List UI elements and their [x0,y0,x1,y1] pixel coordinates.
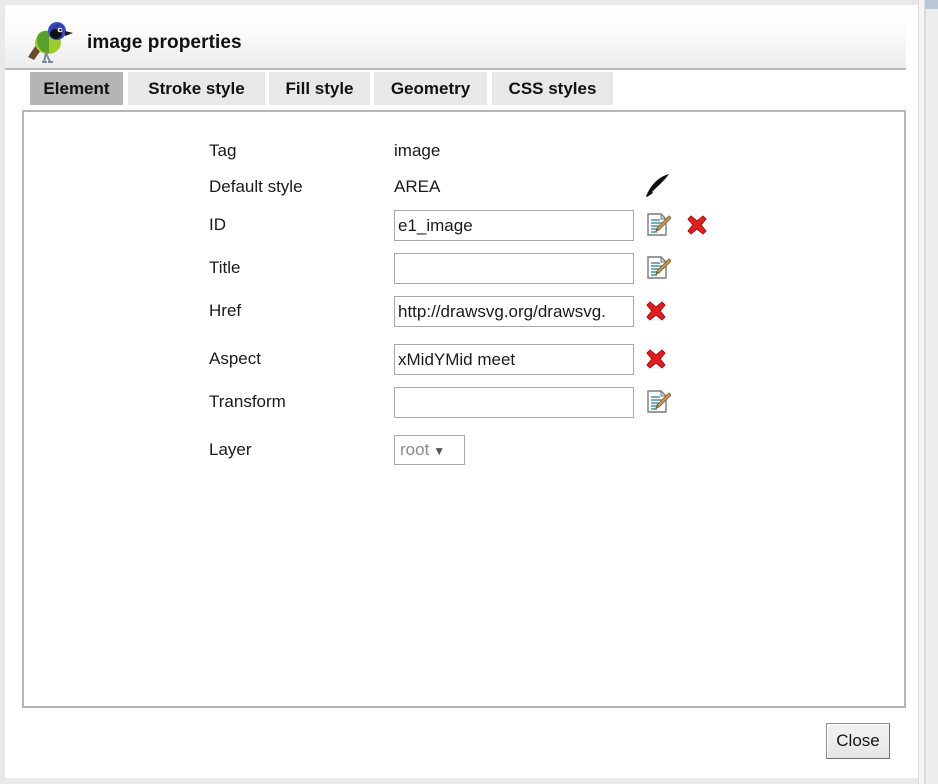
title-input[interactable] [394,253,634,284]
scrollbar-thumb[interactable] [925,0,938,9]
properties-dialog-window: image properties Element Stroke style Fi… [0,0,938,784]
quill-pen-icon[interactable] [644,172,672,198]
delete-x-icon-id[interactable] [686,214,708,236]
tab-stroke-style[interactable]: Stroke style [128,72,265,105]
aspect-input[interactable]: xMidYMid meet [394,344,634,375]
window-scrollbar-track[interactable] [925,0,938,784]
value-default-style: AREA [394,177,441,196]
tab-element[interactable]: Element [30,72,123,105]
label-transform: Transform [209,392,286,411]
chevron-down-icon: ▼ [433,444,446,458]
delete-x-icon-href[interactable] [645,300,667,322]
form-row-tag: Tag image [24,134,904,168]
label-tag: Tag [209,141,237,160]
form-row-layer: Layer root ▼ [24,433,904,467]
form-row-href: Href http://drawsvg.org/drawsvg. [24,294,904,328]
form-row-title: Title [24,251,904,285]
window-scrollbar-gutter[interactable] [918,0,925,784]
dialog-footer: Close [22,718,906,770]
form-row-transform: Transform [24,385,904,419]
tab-bar: Element Stroke style Fill style Geometry… [5,72,906,105]
label-aspect: Aspect [209,349,261,368]
id-input[interactable]: e1_image [394,210,634,241]
label-title: Title [209,258,241,277]
edit-note-icon-transform[interactable] [645,389,672,415]
label-href: Href [209,301,242,320]
edit-note-icon-title[interactable] [645,255,672,281]
form-row-default-style: Default style AREA [24,170,904,204]
element-tab-panel: Tag image Default style AREA ID e1_image [22,110,906,708]
window-edge-bottom [0,778,938,784]
edit-note-icon-id[interactable] [645,212,672,238]
delete-x-icon-aspect[interactable] [645,348,667,370]
dialog-titlebar: image properties [5,5,906,70]
label-id: ID [209,215,226,234]
value-tag: image [394,141,441,160]
tab-geometry[interactable]: Geometry [374,72,487,105]
label-default-style: Default style [209,177,303,196]
form-row-aspect: Aspect xMidYMid meet [24,342,904,376]
href-input[interactable]: http://drawsvg.org/drawsvg. [394,296,634,327]
form-row-id: ID e1_image [24,208,904,242]
dialog-title: image properties [87,32,242,53]
label-layer: Layer [209,440,252,459]
transform-input[interactable] [394,387,634,418]
layer-select-value: root [400,440,430,459]
green-jay-bird-logo-icon [24,17,74,65]
window-edge-left [0,0,5,784]
layer-select[interactable]: root ▼ [394,435,465,465]
tab-fill-style[interactable]: Fill style [269,72,370,105]
close-button[interactable]: Close [826,723,890,759]
tab-css-styles[interactable]: CSS styles [492,72,613,105]
